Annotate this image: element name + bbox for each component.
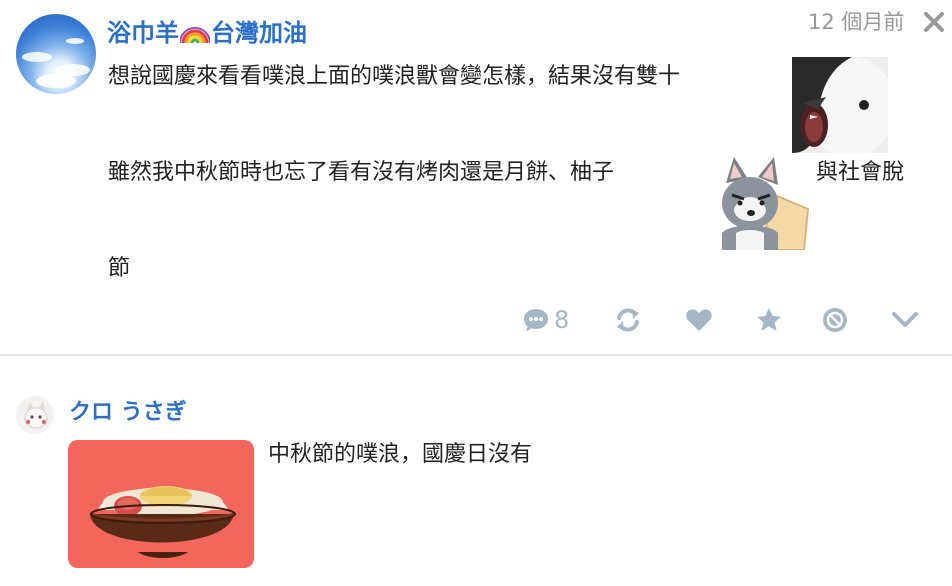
author-avatar[interactable]: [16, 14, 96, 94]
post-text-line-2-after: 與社會脫: [816, 160, 905, 185]
comment-count[interactable]: 8: [554, 304, 569, 336]
close-icon[interactable]: [922, 8, 946, 34]
heart-icon[interactable]: [685, 307, 713, 333]
mooncake-bowl-image[interactable]: [68, 440, 254, 568]
husky-sticker: [712, 153, 810, 250]
reply-author-name[interactable]: クロ うさぎ: [69, 398, 187, 428]
star-icon[interactable]: [755, 306, 783, 334]
rainbow-icon: [179, 19, 211, 54]
reply-author-avatar[interactable]: [16, 396, 54, 434]
post-text-line-2-before: 雖然我中秋節時也忘了看有沒有烤肉還是月餅、柚子: [108, 160, 615, 185]
post-text-line-1: 想說國慶來看看噗浪上面的噗浪獸會變怎樣，結果沒有雙十: [108, 64, 681, 89]
comment-icon[interactable]: [522, 306, 550, 334]
author-name-text[interactable]: 浴巾羊: [107, 19, 179, 47]
mute-icon[interactable]: [821, 306, 849, 334]
chevron-down-icon[interactable]: [890, 308, 920, 332]
penguin-sticker: [792, 57, 888, 153]
post-timestamp[interactable]: 12 個月前: [808, 8, 904, 36]
replurk-icon[interactable]: [614, 306, 642, 334]
post-divider: [0, 354, 952, 356]
post-text-line-3: 節: [108, 256, 131, 281]
reply-text: 中秋節的噗浪，國慶日沒有: [268, 442, 533, 467]
author-suffix[interactable]: 台灣加油: [211, 19, 307, 47]
post-text-line-2: 雖然我中秋節時也忘了看有沒有烤肉還是月餅、柚子: [108, 158, 614, 188]
author-name[interactable]: 浴巾羊 台灣加油: [107, 16, 307, 54]
